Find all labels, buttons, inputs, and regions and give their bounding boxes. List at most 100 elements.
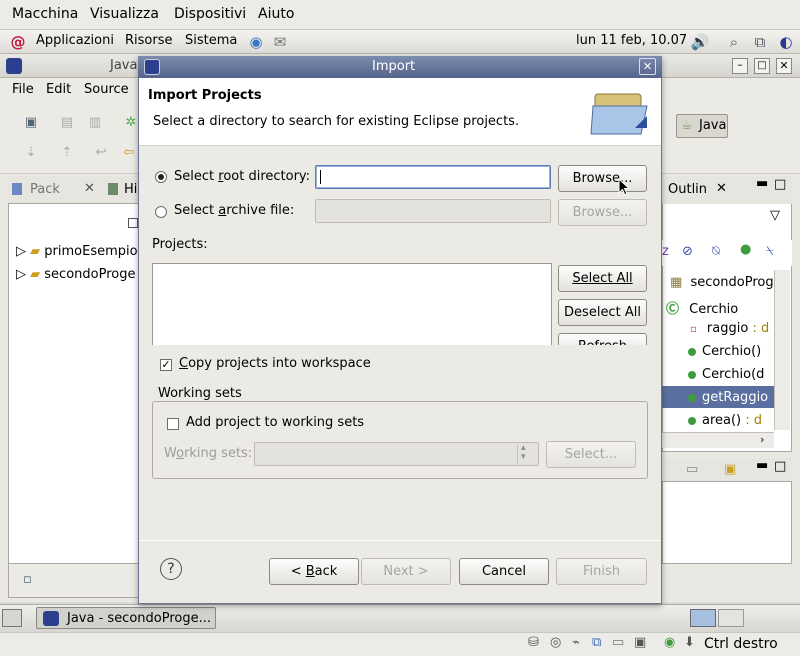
collapse-all-icon[interactable] — [128, 218, 138, 228]
tree-item-project[interactable]: ▷ ▰ primoEsempio — [16, 244, 138, 259]
close-tab-icon[interactable]: ✕ — [716, 181, 727, 196]
project-folder-icon: ▰ — [30, 244, 41, 259]
finish-button[interactable]: Finish — [556, 558, 647, 585]
hard-disk-icon[interactable]: ⛁ — [528, 635, 539, 650]
package-icon: ▦ — [670, 275, 683, 290]
console-icon[interactable]: ▭ — [686, 462, 698, 477]
refresh-button[interactable]: Refresh — [558, 333, 647, 345]
applications-menu[interactable]: Applicazioni — [36, 33, 114, 48]
sort-icon[interactable]: z — [662, 244, 669, 259]
root-directory-radio[interactable] — [155, 171, 167, 183]
eclipse-icon[interactable]: ◐ — [776, 32, 796, 52]
workspace-1[interactable] — [690, 609, 716, 627]
archive-file-radio[interactable] — [155, 206, 167, 218]
system-menu[interactable]: Sistema — [185, 33, 237, 48]
add-working-sets-checkbox[interactable] — [167, 418, 179, 430]
search-icon[interactable]: ⌕ — [724, 32, 744, 52]
show-desktop-icon[interactable] — [2, 609, 22, 627]
shared-folder-icon[interactable]: ▭ — [612, 635, 624, 650]
outline-vertical-scrollbar[interactable] — [774, 270, 790, 430]
java-perspective-button[interactable]: ☕ Java — [676, 114, 728, 138]
hide-local-types-icon[interactable]: ⍀ — [766, 244, 774, 259]
hide-nonpublic-icon[interactable]: ● — [740, 242, 751, 257]
outline-item-selected[interactable]: getRaggio — [688, 390, 768, 405]
vm-menu-view[interactable]: Visualizza — [90, 6, 159, 22]
back-label: < — [290, 564, 306, 579]
close-icon[interactable]: ✕ — [776, 58, 792, 74]
help-icon[interactable]: ? — [160, 558, 182, 580]
outline-item[interactable]: ▦ secondoProg — [670, 275, 774, 290]
maximize-view-icon[interactable]: □ — [774, 459, 786, 474]
maximize-icon[interactable]: □ — [754, 58, 770, 74]
clock[interactable]: lun 11 feb, 10.07 — [576, 33, 687, 48]
tab-outline[interactable]: Outlin — [668, 182, 707, 197]
select-all-button[interactable]: Select All — [558, 265, 647, 292]
browse-archive-button[interactable]: Browse... — [558, 199, 647, 226]
minimize-view-icon[interactable]: ▬ — [756, 176, 768, 191]
network-icon[interactable]: ⧉ — [750, 32, 770, 52]
debian-logo-icon[interactable]: @ — [8, 32, 28, 52]
minimize-view-icon[interactable]: ▬ — [756, 458, 768, 473]
browse-root-button[interactable]: Browse... — [558, 165, 647, 192]
eclipse-title: Java — [110, 58, 138, 73]
tab-package-explorer[interactable]: Pack — [30, 182, 60, 197]
cd-icon[interactable]: ◎ — [550, 635, 561, 650]
keyboard-capture-icon[interactable]: ⬇ — [684, 635, 695, 650]
outline-horizontal-scrollbar[interactable]: › — [662, 432, 774, 448]
cancel-button[interactable]: Cancel — [459, 558, 549, 585]
mouse-integration-icon[interactable]: ◉ — [664, 635, 675, 650]
projects-list[interactable] — [152, 263, 552, 345]
video-capture-icon[interactable]: ▣ — [634, 635, 646, 650]
root-directory-input[interactable] — [315, 165, 551, 189]
print-icon[interactable]: ▥ — [86, 114, 104, 132]
prev-annotation-icon[interactable]: ⇡ — [58, 144, 76, 162]
outline-item[interactable]: Ⓒ Cerchio — [666, 298, 738, 317]
archive-file-input[interactable] — [315, 199, 551, 223]
tree-item-project[interactable]: ▷ ▰ secondoProge — [16, 267, 135, 282]
expand-arrow-icon[interactable]: ▷ — [16, 244, 26, 259]
usb-icon[interactable]: ⌁ — [572, 635, 580, 650]
vm-menu-help[interactable]: Aiuto — [258, 6, 294, 22]
select-working-sets-button[interactable]: Select... — [546, 441, 636, 468]
outline-item[interactable]: Cerchio(d — [688, 367, 764, 382]
new-icon[interactable]: ▣ — [22, 114, 40, 132]
taskbar-window-button[interactable]: Java - secondoProge... — [36, 607, 216, 629]
next-annotation-icon[interactable]: ⇣ — [22, 144, 40, 162]
back-arrow-icon[interactable]: ⇦ — [120, 144, 138, 162]
vm-menu-machine[interactable]: Macchina — [12, 6, 78, 22]
places-menu[interactable]: Risorse — [125, 33, 173, 48]
network-adapter-icon[interactable]: ⧉ — [592, 635, 601, 650]
workspace-2[interactable] — [718, 609, 744, 627]
outline-item[interactable]: ▫ raggio : d — [690, 321, 769, 336]
minimize-icon[interactable]: – — [732, 58, 748, 74]
back-button[interactable]: < Back — [269, 558, 359, 585]
menu-file[interactable]: File — [12, 82, 34, 97]
web-browser-icon[interactable]: ◉ — [246, 32, 266, 52]
menu-source[interactable]: Source — [84, 82, 129, 97]
vm-menu-devices[interactable]: Dispositivi — [174, 6, 246, 22]
last-edit-icon[interactable]: ↩ — [92, 144, 110, 162]
view-menu-icon[interactable]: ▽ — [770, 208, 780, 223]
field-icon: ▫ — [690, 324, 697, 335]
expand-arrow-icon[interactable]: ▷ — [16, 267, 26, 282]
scroll-right-icon[interactable]: › — [760, 433, 764, 446]
copy-projects-checkbox[interactable]: ✓ — [160, 359, 172, 371]
deselect-all-button[interactable]: Deselect All — [558, 299, 647, 326]
volume-icon[interactable]: 🔊 — [690, 32, 710, 52]
gnome-top-panel: @ Applicazioni Risorse Sistema ◉ ✉ lun 1… — [0, 30, 800, 54]
menu-edit[interactable]: Edit — [46, 82, 71, 97]
tab-hierarchy[interactable]: Hi — [124, 182, 137, 197]
fast-view-icon[interactable]: ▫ — [23, 572, 32, 587]
close-icon[interactable]: ✕ — [639, 58, 656, 75]
close-tab-icon[interactable]: ✕ — [84, 181, 95, 196]
outline-item[interactable]: area() : d — [688, 413, 762, 428]
outline-item[interactable]: Cerchio() — [688, 344, 761, 359]
next-button[interactable]: Next > — [361, 558, 451, 585]
hide-fields-icon[interactable]: ⊘ — [682, 244, 693, 259]
mail-icon[interactable]: ✉ — [270, 32, 290, 52]
save-icon[interactable]: ▤ — [58, 114, 76, 132]
maximize-view-icon[interactable]: □ — [774, 177, 786, 192]
new-console-icon[interactable]: ▣ — [724, 462, 736, 477]
working-sets-combo[interactable]: ▴ ▾ — [254, 442, 539, 466]
hide-static-icon[interactable]: ⍉ — [712, 244, 720, 259]
